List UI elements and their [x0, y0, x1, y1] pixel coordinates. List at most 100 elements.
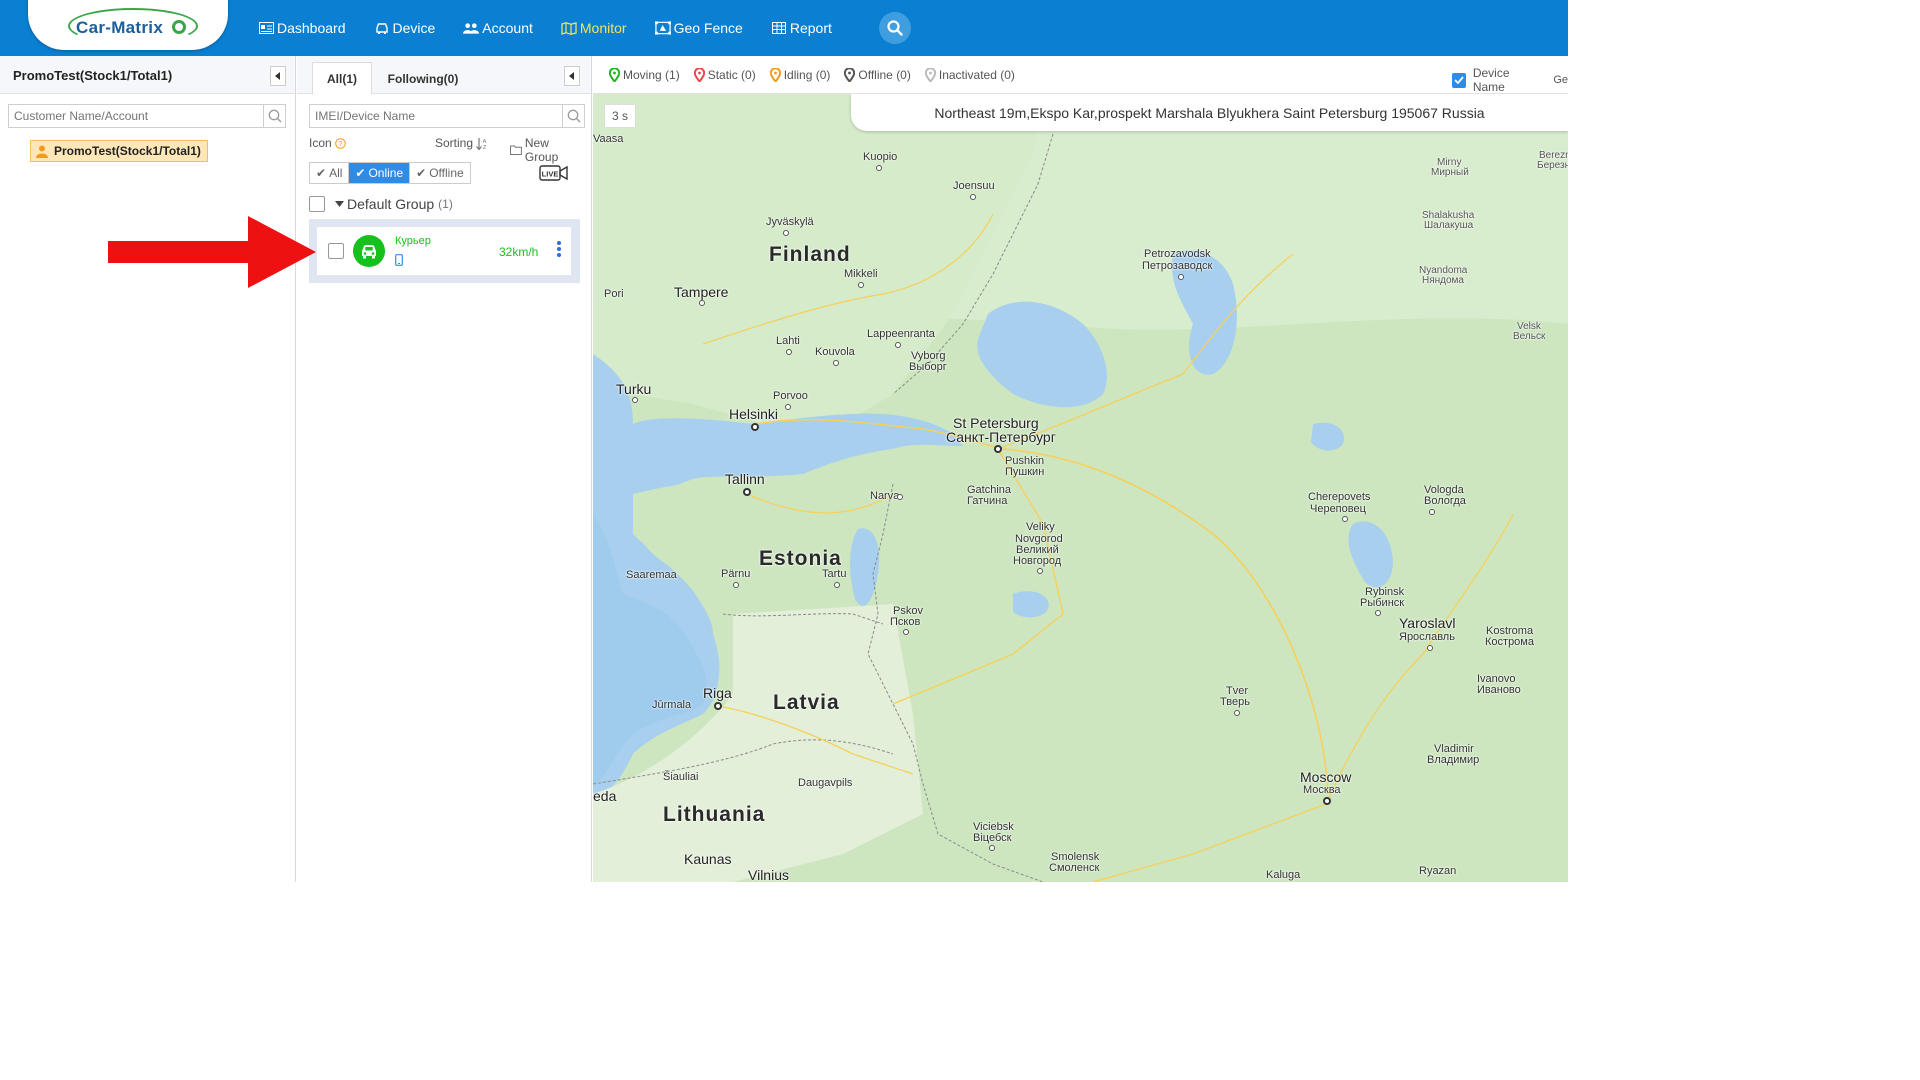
- mobile-device-icon: [395, 254, 403, 266]
- map-city-dot: [783, 230, 789, 236]
- live-video-button[interactable]: LIVE: [539, 164, 569, 182]
- map-city-dot: [1375, 610, 1381, 616]
- current-address-banner: Northeast 19m,Ekspo Kar,prospekt Marshal…: [851, 94, 1568, 131]
- device-list: Курьер 32km/h: [309, 219, 580, 283]
- nav-monitor[interactable]: Monitor: [561, 20, 627, 36]
- more-options-icon[interactable]: [557, 241, 561, 257]
- map-label-vaasa: Vaasa: [593, 133, 624, 145]
- moving-pin-icon: [609, 67, 620, 82]
- status-static[interactable]: Static (0): [693, 67, 756, 82]
- map-city-dot: [699, 300, 705, 306]
- map-city-dot: [834, 582, 840, 588]
- map-label-vladimir-ru: Владимир: [1427, 754, 1480, 766]
- tab-following-label: Following(0): [387, 71, 459, 86]
- device-name: Курьер: [395, 235, 431, 247]
- map-label-ivanovo-ru: Иваново: [1477, 684, 1521, 696]
- brand-name: Car-Matrix: [76, 18, 164, 37]
- table-icon: [771, 21, 787, 35]
- device-search-button[interactable]: [562, 105, 584, 127]
- map-label-riga: Riga: [703, 685, 732, 701]
- map-label-narva: Narva: [870, 490, 900, 502]
- top-navigation-bar: Car-Matrix Dashboard Device Account Moni…: [0, 0, 1568, 56]
- map-label-vyborg-ru: Выборг: [909, 361, 947, 373]
- sorting-button[interactable]: Sorting AZ: [435, 136, 488, 150]
- new-group-button[interactable]: New Group: [510, 136, 585, 164]
- nav-dashboard-label: Dashboard: [277, 20, 346, 36]
- live-label: LIVE: [542, 170, 559, 179]
- map-label-moscow: Moscow: [1300, 769, 1352, 785]
- map-city-dot: [970, 194, 976, 200]
- nav-report[interactable]: Report: [771, 20, 832, 36]
- device-search-input[interactable]: [310, 105, 584, 127]
- device-name-toggle[interactable]: Device Name Ge: [1452, 66, 1568, 94]
- global-search-button[interactable]: [879, 12, 911, 44]
- device-checkbox[interactable]: [328, 243, 344, 259]
- map-label-siauliai: Šiauliai: [663, 771, 699, 783]
- brand-logo[interactable]: Car-Matrix: [28, 0, 228, 50]
- map-label-petrozavodsk-ru: Петрозаводск: [1142, 260, 1213, 272]
- status-offline[interactable]: Offline (0): [844, 67, 911, 82]
- filter-offline[interactable]: ✔ Offline: [410, 163, 470, 183]
- collapse-device-panel-button[interactable]: [564, 66, 580, 86]
- device-tools-row: Icon ? Sorting AZ New Group: [309, 136, 585, 164]
- status-moving[interactable]: Moving (1): [609, 67, 680, 82]
- map-city-dot: [903, 629, 909, 635]
- map-label-latvia: Latvia: [773, 691, 840, 714]
- icon-option[interactable]: Icon ?: [309, 136, 346, 150]
- customer-panel-header: PromoTest(Stock1/Total1): [0, 56, 295, 94]
- refresh-timer[interactable]: 3 s: [604, 104, 636, 128]
- search-icon: [268, 109, 281, 123]
- filter-all[interactable]: ✔ All: [310, 163, 350, 183]
- device-list-item[interactable]: Курьер 32km/h: [317, 227, 571, 275]
- map-label-novgorod-ru: Новгород: [1013, 555, 1062, 567]
- device-name-checkbox[interactable]: [1452, 72, 1466, 88]
- svg-text:?: ?: [338, 139, 342, 148]
- annotation-arrow: [108, 216, 316, 288]
- svg-text:Z: Z: [483, 145, 487, 150]
- group-name[interactable]: Default Group: [347, 196, 434, 212]
- map-label-tartu: Tartu: [822, 568, 847, 580]
- map-city-dot: [733, 582, 739, 588]
- map-canvas[interactable]: 3 s Northeast 19m,Ekspo Kar,prospekt Mar…: [593, 94, 1568, 882]
- map-capital-dot: [714, 702, 722, 710]
- tab-all[interactable]: All(1): [312, 62, 372, 95]
- status-static-label: Static (0): [707, 67, 756, 82]
- status-idling-label: Idling (0): [783, 67, 831, 82]
- group-checkbox[interactable]: [309, 196, 325, 212]
- map-label-tampere: Tampere: [674, 284, 729, 300]
- status-filter-group: ✔ All ✔ Online ✔ Offline: [309, 162, 471, 184]
- map-capital-dot: [994, 445, 1002, 453]
- customer-tree-item[interactable]: PromoTest(Stock1/Total1): [30, 140, 208, 162]
- nav-geo-fence[interactable]: Geo Fence: [654, 20, 743, 36]
- map-icon: [561, 21, 577, 35]
- icon-option-label: Icon: [309, 136, 332, 150]
- nav-dashboard[interactable]: Dashboard: [258, 20, 346, 36]
- map-label-velsk-ru: Вельск: [1513, 331, 1546, 342]
- status-offline-label: Offline (0): [858, 67, 911, 82]
- map-label-vilnius: Vilnius: [748, 867, 789, 882]
- tab-following[interactable]: Following(0): [377, 62, 469, 95]
- map-label-pskov-ru: Псков: [890, 616, 921, 628]
- map-label-st-petersburg: St Petersburg: [953, 415, 1039, 431]
- map-capital-dot: [1323, 797, 1331, 805]
- map-label-lahti: Lahti: [776, 335, 800, 347]
- caret-left-icon: [569, 72, 574, 80]
- customer-search-button[interactable]: [263, 105, 285, 127]
- map-label-daugavpils: Daugavpils: [798, 777, 853, 789]
- map-city-dot: [1342, 516, 1348, 522]
- nav-device[interactable]: Device: [374, 20, 435, 36]
- map-capital-dot: [743, 488, 751, 496]
- caret-down-icon[interactable]: [335, 201, 344, 207]
- map-label-mikkeli: Mikkeli: [844, 268, 878, 280]
- status-idling[interactable]: Idling (0): [769, 67, 831, 82]
- user-icon: [36, 145, 48, 158]
- logo-wheel-icon: [172, 20, 186, 34]
- status-inactivated[interactable]: Inactivated (0): [924, 67, 1015, 82]
- caret-left-icon: [275, 72, 280, 80]
- check-icon: ✔: [355, 166, 366, 180]
- nav-account[interactable]: Account: [463, 20, 533, 36]
- collapse-customer-panel-button[interactable]: [270, 66, 286, 86]
- filter-online[interactable]: ✔ Online: [349, 163, 411, 183]
- customer-search-input[interactable]: [9, 105, 285, 127]
- map-label-kouvola: Kouvola: [815, 346, 855, 358]
